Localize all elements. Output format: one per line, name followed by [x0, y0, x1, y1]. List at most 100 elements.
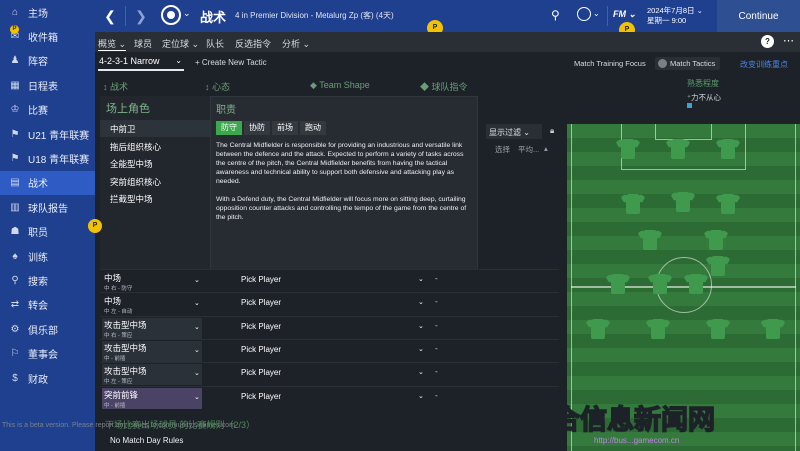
player-shirt-icon[interactable] [715, 138, 741, 159]
player-shirt-icon[interactable] [705, 255, 731, 276]
player-shirt-icon[interactable] [647, 273, 673, 294]
create-tactic-button[interactable]: + Create New Tactic [195, 58, 267, 67]
chevron-down-icon[interactable]: ⌄ [418, 345, 424, 353]
sidebar-item-finance[interactable]: $ 财政 [0, 366, 95, 390]
position-role-dropdown[interactable]: 中场中 左 - 自动 ⌄ [102, 294, 202, 315]
player-shirt-icon[interactable] [605, 273, 631, 294]
table-row[interactable]: 中场中 右 - 防守 ⌄ Pick Player ⌄ - [100, 269, 559, 292]
position-role-dropdown[interactable]: 攻击型中场中 右 - 策应 ⌄ [102, 317, 202, 339]
header-team-shape[interactable]: ◆ Team Shape [310, 80, 370, 91]
chevron-down-icon[interactable]: ⌄ [183, 8, 191, 19]
header-tactic-style[interactable]: ↕ 战术 [103, 80, 128, 93]
role-option[interactable]: 全能型中场 [100, 155, 210, 172]
player-shirt-icon[interactable] [585, 318, 611, 339]
sidebar-item-report[interactable]: ▥ 球队报告 [0, 195, 95, 219]
player-shirt-icon[interactable] [620, 193, 646, 214]
game-date[interactable]: 2024年7月8日 ⌄ 星期一 9:00 [647, 6, 703, 26]
role-option[interactable]: 拖后组织核心 [100, 138, 210, 155]
staff-icon: ☗ [10, 226, 20, 238]
sidebar-item-u21[interactable]: ⚑ U21 青年联赛 [0, 122, 95, 146]
sidebar-item-home[interactable]: ⌂ 主场 [0, 0, 95, 24]
display-filter-dropdown[interactable]: 显示过滤 ⌄ [486, 124, 542, 139]
position-role-dropdown[interactable]: 攻击型中场中 - 前插 ⌄ [102, 340, 202, 362]
tab-set-pieces[interactable]: 定位球 ⌄ [162, 37, 199, 50]
sidebar-item-board[interactable]: ⚐ 董事会 [0, 341, 95, 365]
tab-players[interactable]: 球员 [134, 37, 152, 50]
player-shirt-icon[interactable] [703, 229, 729, 250]
position-role-dropdown[interactable]: 攻击型中场中 左 - 策应 ⌄ [102, 364, 202, 386]
change-training-link[interactable]: 改变训练重点 [740, 59, 788, 70]
pick-player-dropdown[interactable]: Pick Player [241, 275, 281, 284]
player-shirt-icon[interactable] [705, 318, 731, 339]
lock-icon[interactable]: 🔒︎ [550, 126, 554, 136]
player-shirt-icon[interactable] [645, 318, 671, 339]
chevron-down-icon[interactable]: ⌄ [418, 322, 424, 330]
sidebar-item-squad[interactable]: ♟ 阵容 [0, 49, 95, 73]
continue-button[interactable]: Continue [717, 0, 800, 32]
chevron-down-icon[interactable]: ⌄ [418, 275, 424, 283]
position-name: 突前前锋 [104, 389, 139, 400]
globe-icon[interactable] [577, 7, 591, 21]
club-crest-icon[interactable] [161, 5, 181, 25]
duty-tab[interactable]: 协防 [244, 121, 270, 135]
duty-tab[interactable]: 前场 [272, 121, 298, 135]
table-row[interactable]: 攻击型中场中 - 前插 ⌄ Pick Player ⌄ - [100, 338, 559, 362]
sidebar-item-staff[interactable]: ☗ 职员 [0, 220, 95, 244]
chevron-down-icon[interactable]: ⌄ [418, 392, 424, 400]
pick-player-dropdown[interactable]: Pick Player [241, 345, 281, 354]
pick-player-dropdown[interactable]: Pick Player [241, 298, 281, 307]
more-options-icon[interactable]: ⋯ [783, 34, 794, 47]
back-arrow-icon[interactable]: ❮ [97, 0, 123, 32]
pick-player-dropdown[interactable]: Pick Player [241, 322, 281, 331]
sidebar-item-training[interactable]: ♠ 训练 [0, 244, 95, 268]
sidebar-item-trophy[interactable]: ♔ 比赛 [0, 98, 95, 122]
player-shirt-icon[interactable] [760, 318, 786, 339]
sidebar-item-club[interactable]: ⚙ 俱乐部 [0, 317, 95, 341]
column-header-average[interactable]: 平均... [518, 144, 539, 155]
sort-arrow-icon[interactable]: ▴ [544, 144, 548, 153]
role-option[interactable]: 突前组织核心 [100, 173, 210, 190]
help-button[interactable]: ? [761, 35, 774, 48]
position-role-dropdown[interactable]: 中场中 右 - 防守 ⌄ [102, 271, 202, 292]
role-option[interactable]: 中前卫 [100, 120, 210, 137]
pick-player-dropdown[interactable]: Pick Player [241, 368, 281, 377]
fm-menu-button[interactable]: FM ⌄ [613, 9, 636, 20]
table-row[interactable]: 中场中 左 - 自动 ⌄ Pick Player ⌄ - [100, 292, 559, 315]
player-shirt-icon[interactable] [615, 138, 641, 159]
sidebar-item-scouting[interactable]: ⚲ 搜索 [0, 268, 95, 292]
player-shirt-icon[interactable] [715, 193, 741, 214]
pick-player-dropdown[interactable]: Pick Player [241, 392, 281, 401]
badge-icon[interactable]: P [88, 219, 102, 233]
match-training-focus-label: Match Training Focus [574, 59, 646, 68]
search-icon[interactable]: ⚲ [551, 8, 560, 22]
player-shirt-icon[interactable] [683, 273, 709, 294]
player-shirt-icon[interactable] [665, 138, 691, 159]
duty-tab[interactable]: 跑动 [300, 121, 326, 135]
sidebar-item-calendar[interactable]: ▦ 日程表 [0, 73, 95, 97]
chevron-down-icon[interactable]: ⌄ [418, 368, 424, 376]
tab-opposition-instructions[interactable]: 反选指令 [235, 37, 271, 50]
duty-tab[interactable]: 防守 [216, 121, 242, 135]
tab-captains[interactable]: 队长 [206, 37, 224, 50]
sidebar-item-tactics[interactable]: ▤ 战术 [0, 170, 95, 196]
chevron-down-icon[interactable]: ⌄ [418, 298, 424, 306]
header-mentality[interactable]: ↕ 心态 [205, 80, 230, 93]
player-shirt-icon[interactable] [670, 191, 696, 212]
table-row[interactable]: 攻击型中场中 右 - 策应 ⌄ Pick Player ⌄ - [100, 315, 559, 339]
next-match-subtitle[interactable]: 4 in Premier Division - Metalurg Zp (客) … [235, 10, 394, 21]
chevron-down-icon[interactable]: ⌄ [593, 9, 600, 18]
badge-icon[interactable]: P [10, 25, 19, 34]
column-header-select[interactable]: 选择 [495, 144, 510, 155]
formation-dropdown[interactable]: 4-2-3-1 Narrow ⌄ [98, 56, 184, 71]
tab-overview[interactable]: 概览 ⌄ [98, 37, 127, 51]
player-shirt-icon[interactable] [637, 229, 663, 250]
tab-analysis[interactable]: 分析 ⌄ [282, 37, 310, 50]
sidebar-item-transfer[interactable]: ⇄ 转会 [0, 293, 95, 317]
match-tactics-toggle[interactable]: Match Tactics [655, 57, 721, 70]
sidebar-item-u18[interactable]: ⚑ U18 青年联赛 [0, 146, 95, 170]
role-option[interactable]: 拦截型中场 [100, 190, 210, 207]
header-team-instructions[interactable]: ◆ 球队指令 [420, 80, 468, 93]
forward-arrow-icon[interactable]: ❯ [128, 0, 154, 32]
table-row[interactable]: 攻击型中场中 左 - 策应 ⌄ Pick Player ⌄ - [100, 362, 559, 386]
position-role-dropdown[interactable]: 突前前锋中 - 前插 ⌄ [102, 387, 202, 409]
